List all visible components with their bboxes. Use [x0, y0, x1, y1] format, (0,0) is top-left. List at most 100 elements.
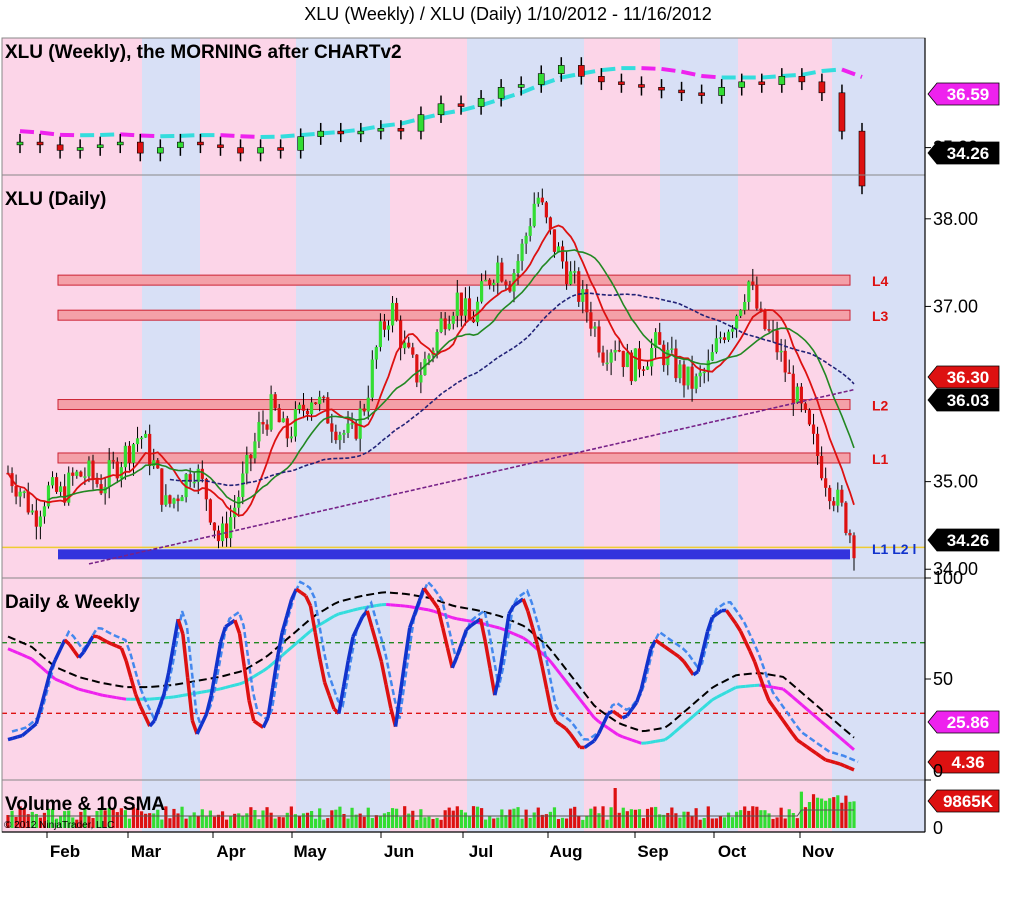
daily-candle — [75, 471, 79, 476]
daily-oscillator-segment — [111, 642, 118, 648]
daily-candle — [265, 424, 269, 430]
daily-candle — [755, 284, 759, 309]
weekly-oscillator-segment — [173, 694, 179, 699]
volume-bar — [334, 809, 338, 828]
volume-bar — [585, 816, 589, 828]
volume-bar — [224, 819, 229, 828]
weekly-oscillator-segment — [499, 626, 505, 632]
daily-candle — [354, 423, 358, 439]
volume-bar — [273, 818, 277, 828]
daily-candle — [382, 321, 387, 330]
daily-y-tick: 37.00 — [933, 296, 978, 316]
volume-bar — [467, 816, 472, 828]
weekly-oscillator-segment — [177, 693, 184, 698]
weekly-oscillator-segment — [102, 693, 108, 698]
volume-bar — [565, 818, 569, 828]
daily-candle — [690, 366, 694, 389]
volume-bar — [739, 810, 743, 828]
weekly-last-price-tag: 34.26 — [947, 144, 990, 163]
volume-bar — [650, 807, 654, 828]
volume-bar — [261, 810, 265, 828]
volume-bar — [394, 808, 399, 828]
daily-candle — [358, 408, 362, 439]
volume-bar — [330, 810, 334, 828]
weekly-oscillator-segment — [229, 683, 236, 688]
daily-candle — [38, 516, 42, 527]
volume-bar — [484, 819, 488, 828]
daily-candle — [799, 386, 803, 404]
daily-candle — [743, 301, 747, 311]
daily-candle — [662, 344, 666, 366]
weekly-candle — [76, 147, 84, 151]
weekly-candle — [36, 141, 44, 146]
daily-candle — [735, 315, 739, 329]
daily-candle — [71, 472, 75, 476]
weekly-oscillator-segment — [54, 677, 61, 683]
weekly-oscillator-segment — [26, 655, 33, 661]
support-level-label: L1 L2 l — [872, 541, 916, 557]
volume-bar — [419, 809, 423, 828]
volume-panel-label: Volume & 10 SMA — [5, 794, 165, 815]
weekly-oscillator-segment — [87, 690, 94, 695]
volume-bar — [354, 814, 358, 828]
daily-candle — [192, 481, 196, 484]
volume-bar — [755, 806, 759, 828]
volume-bar — [459, 809, 463, 828]
volume-bar — [390, 808, 395, 828]
daily-candle — [378, 321, 383, 348]
daily-candle — [241, 473, 245, 497]
daily-candle — [520, 243, 524, 261]
daily-candle — [439, 318, 443, 332]
daily-oscillator-segment — [116, 644, 123, 650]
volume-bar — [528, 817, 532, 828]
volume-bar — [496, 817, 500, 828]
daily-candle — [581, 289, 585, 302]
volume-bar — [573, 806, 577, 828]
daily-candle — [160, 468, 164, 505]
weekly-oscillator-segment — [513, 632, 520, 638]
volume-bar — [249, 807, 253, 828]
volume-bar — [475, 806, 480, 828]
weekly-candle — [477, 97, 485, 107]
daily-candle — [42, 506, 47, 517]
volume-bar — [654, 806, 658, 828]
daily-candle — [536, 197, 540, 204]
daily-oscillator-segment — [96, 635, 104, 641]
weekly-candle — [317, 130, 325, 137]
daily-candle — [597, 326, 601, 353]
volume-bar — [840, 802, 844, 828]
volume-bar — [455, 806, 459, 828]
volume-bar — [479, 808, 484, 828]
volume-bar — [783, 818, 787, 828]
daily-candle — [148, 433, 152, 467]
daily-candle — [59, 486, 63, 492]
chart-canvas: L4 L3 L2 L1 XLU (Weekly), the MORNING after … — [1, 37, 1000, 861]
volume-bar — [556, 819, 561, 828]
daily-candle — [459, 292, 463, 316]
daily-candle — [135, 438, 140, 445]
daily-candle — [670, 348, 674, 350]
weekly-oscillator-segment — [456, 617, 462, 622]
weekly-candle — [116, 141, 124, 146]
weekly-candle — [497, 87, 505, 99]
weekly-candle — [357, 130, 365, 135]
volume-bar — [277, 816, 281, 828]
volume-bar — [447, 807, 451, 828]
weekly-oscillator-segment — [182, 693, 188, 697]
daily-candle — [22, 491, 26, 493]
daily-candle — [338, 434, 342, 441]
daily-candle — [528, 226, 532, 236]
volume-bar — [747, 810, 751, 828]
volume-bar — [536, 807, 540, 828]
volume-bar — [160, 819, 164, 828]
daily-candle — [832, 501, 836, 506]
volume-bar — [285, 812, 289, 828]
daily-candle — [532, 203, 536, 227]
daily-candle — [18, 491, 22, 497]
daily-candle — [50, 477, 55, 486]
weekly-oscillator-segment — [196, 690, 203, 695]
daily-candle — [301, 404, 306, 411]
volume-bar — [309, 810, 314, 828]
daily-candle — [601, 352, 605, 363]
daily-candle — [281, 418, 285, 423]
